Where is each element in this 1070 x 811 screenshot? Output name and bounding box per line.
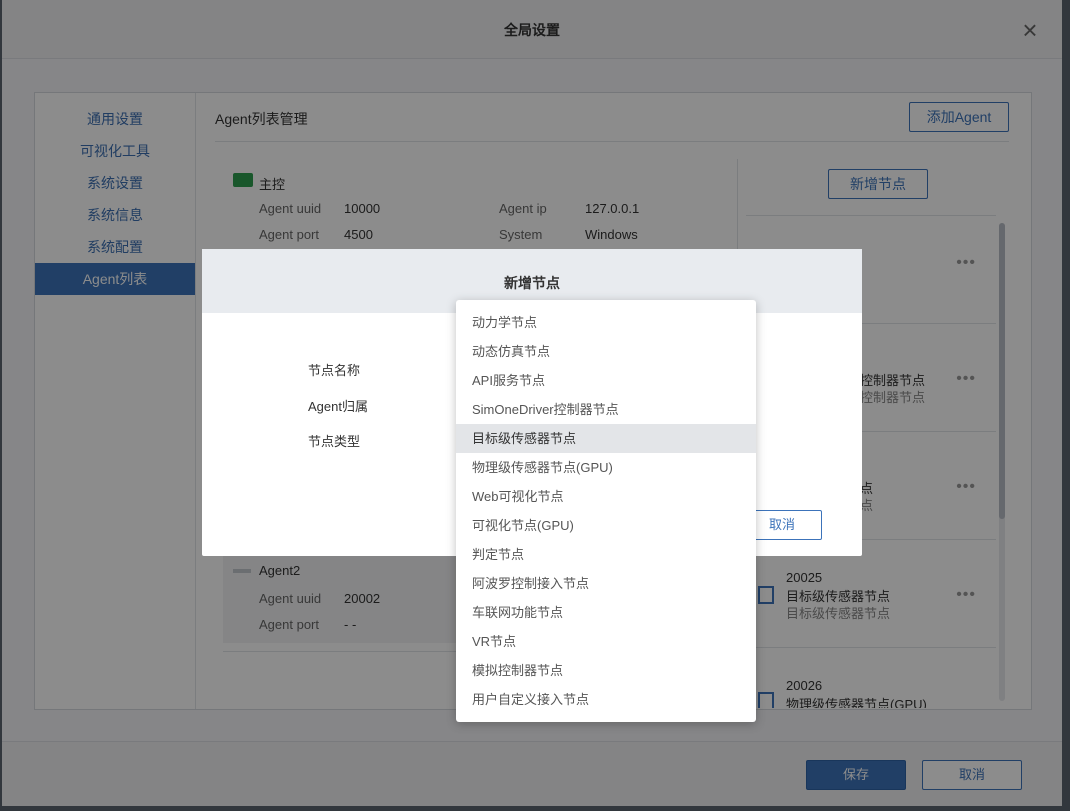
dropdown-option[interactable]: 可视化节点(GPU) — [456, 511, 756, 540]
dropdown-option[interactable]: VR节点 — [456, 627, 756, 656]
dropdown-option[interactable]: 车联网功能节点 — [456, 598, 756, 627]
dropdown-option[interactable]: 动态仿真节点 — [456, 337, 756, 366]
dropdown-option-highlighted[interactable]: 目标级传感器节点 — [456, 424, 756, 453]
dialog-title: 新增节点 — [504, 275, 560, 291]
node-type-label: 节点类型 — [308, 434, 361, 449]
node-type-dropdown: 动力学节点 动态仿真节点 API服务节点 SimOneDriver控制器节点 目… — [456, 300, 756, 722]
dropdown-option[interactable]: SimOneDriver控制器节点 — [456, 395, 756, 424]
agent-owner-label: Agent归属 — [308, 399, 368, 414]
dropdown-option[interactable]: 阿波罗控制接入节点 — [456, 569, 756, 598]
dropdown-option[interactable]: Web可视化节点 — [456, 482, 756, 511]
dropdown-option[interactable]: 用户自定义接入节点 — [456, 685, 756, 714]
node-name-label: 节点名称 — [308, 363, 361, 378]
dropdown-option[interactable]: API服务节点 — [456, 366, 756, 395]
dropdown-option[interactable]: 模拟控制器节点 — [456, 656, 756, 685]
dropdown-option[interactable]: 物理级传感器节点(GPU) — [456, 453, 756, 482]
dropdown-option[interactable]: 判定节点 — [456, 540, 756, 569]
dropdown-option[interactable]: 动力学节点 — [456, 308, 756, 337]
